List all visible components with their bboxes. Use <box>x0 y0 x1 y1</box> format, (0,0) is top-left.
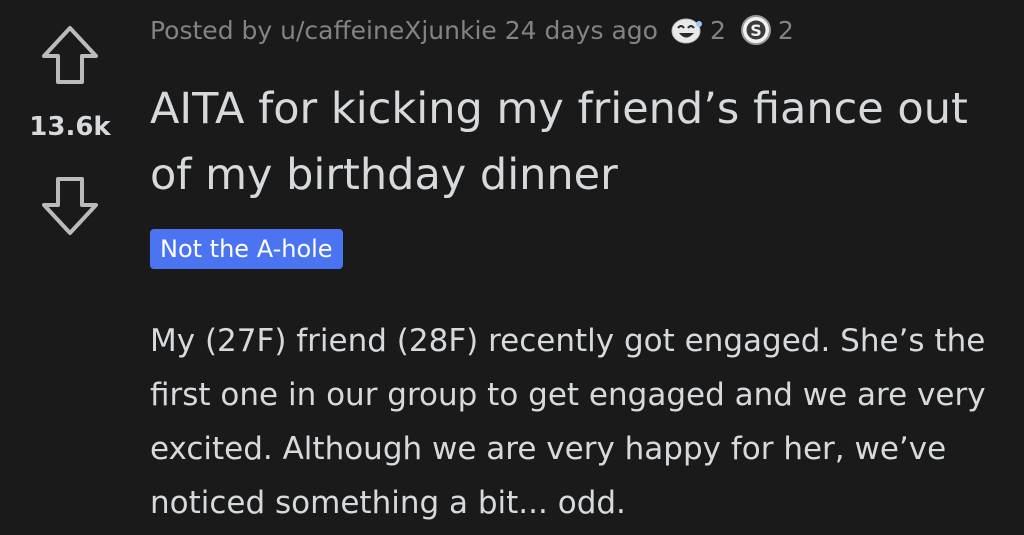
downvote-button[interactable] <box>38 175 102 237</box>
downvote-arrow-icon <box>42 177 98 235</box>
award-laughing[interactable]: 2 <box>670 14 726 46</box>
award-count: 2 <box>777 15 794 45</box>
posted-by-text: Posted by u/caffeineXjunkie 24 days ago <box>150 15 658 45</box>
vote-column: 13.6k <box>0 0 140 535</box>
vote-score: 13.6k <box>29 112 111 142</box>
upvote-button[interactable] <box>38 24 102 86</box>
post-title[interactable]: AITA for kicking my friend’s fiance out … <box>150 76 1010 208</box>
award-silver[interactable]: S 2 <box>738 14 794 46</box>
upvote-arrow-icon <box>42 26 98 84</box>
post-meta: Posted by u/caffeineXjunkie 24 days ago … <box>150 10 794 50</box>
post-card: 13.6k Posted by u/caffeineXjunkie 24 day… <box>0 0 1024 535</box>
laughing-face-award-icon <box>671 18 702 44</box>
award-count: 2 <box>709 15 726 45</box>
post-flair[interactable]: Not the A-hole <box>150 229 343 269</box>
post-body: My (27F) friend (28F) recently got engag… <box>150 323 986 521</box>
silver-s-award-icon: S <box>740 15 771 45</box>
svg-text:S: S <box>750 21 762 40</box>
